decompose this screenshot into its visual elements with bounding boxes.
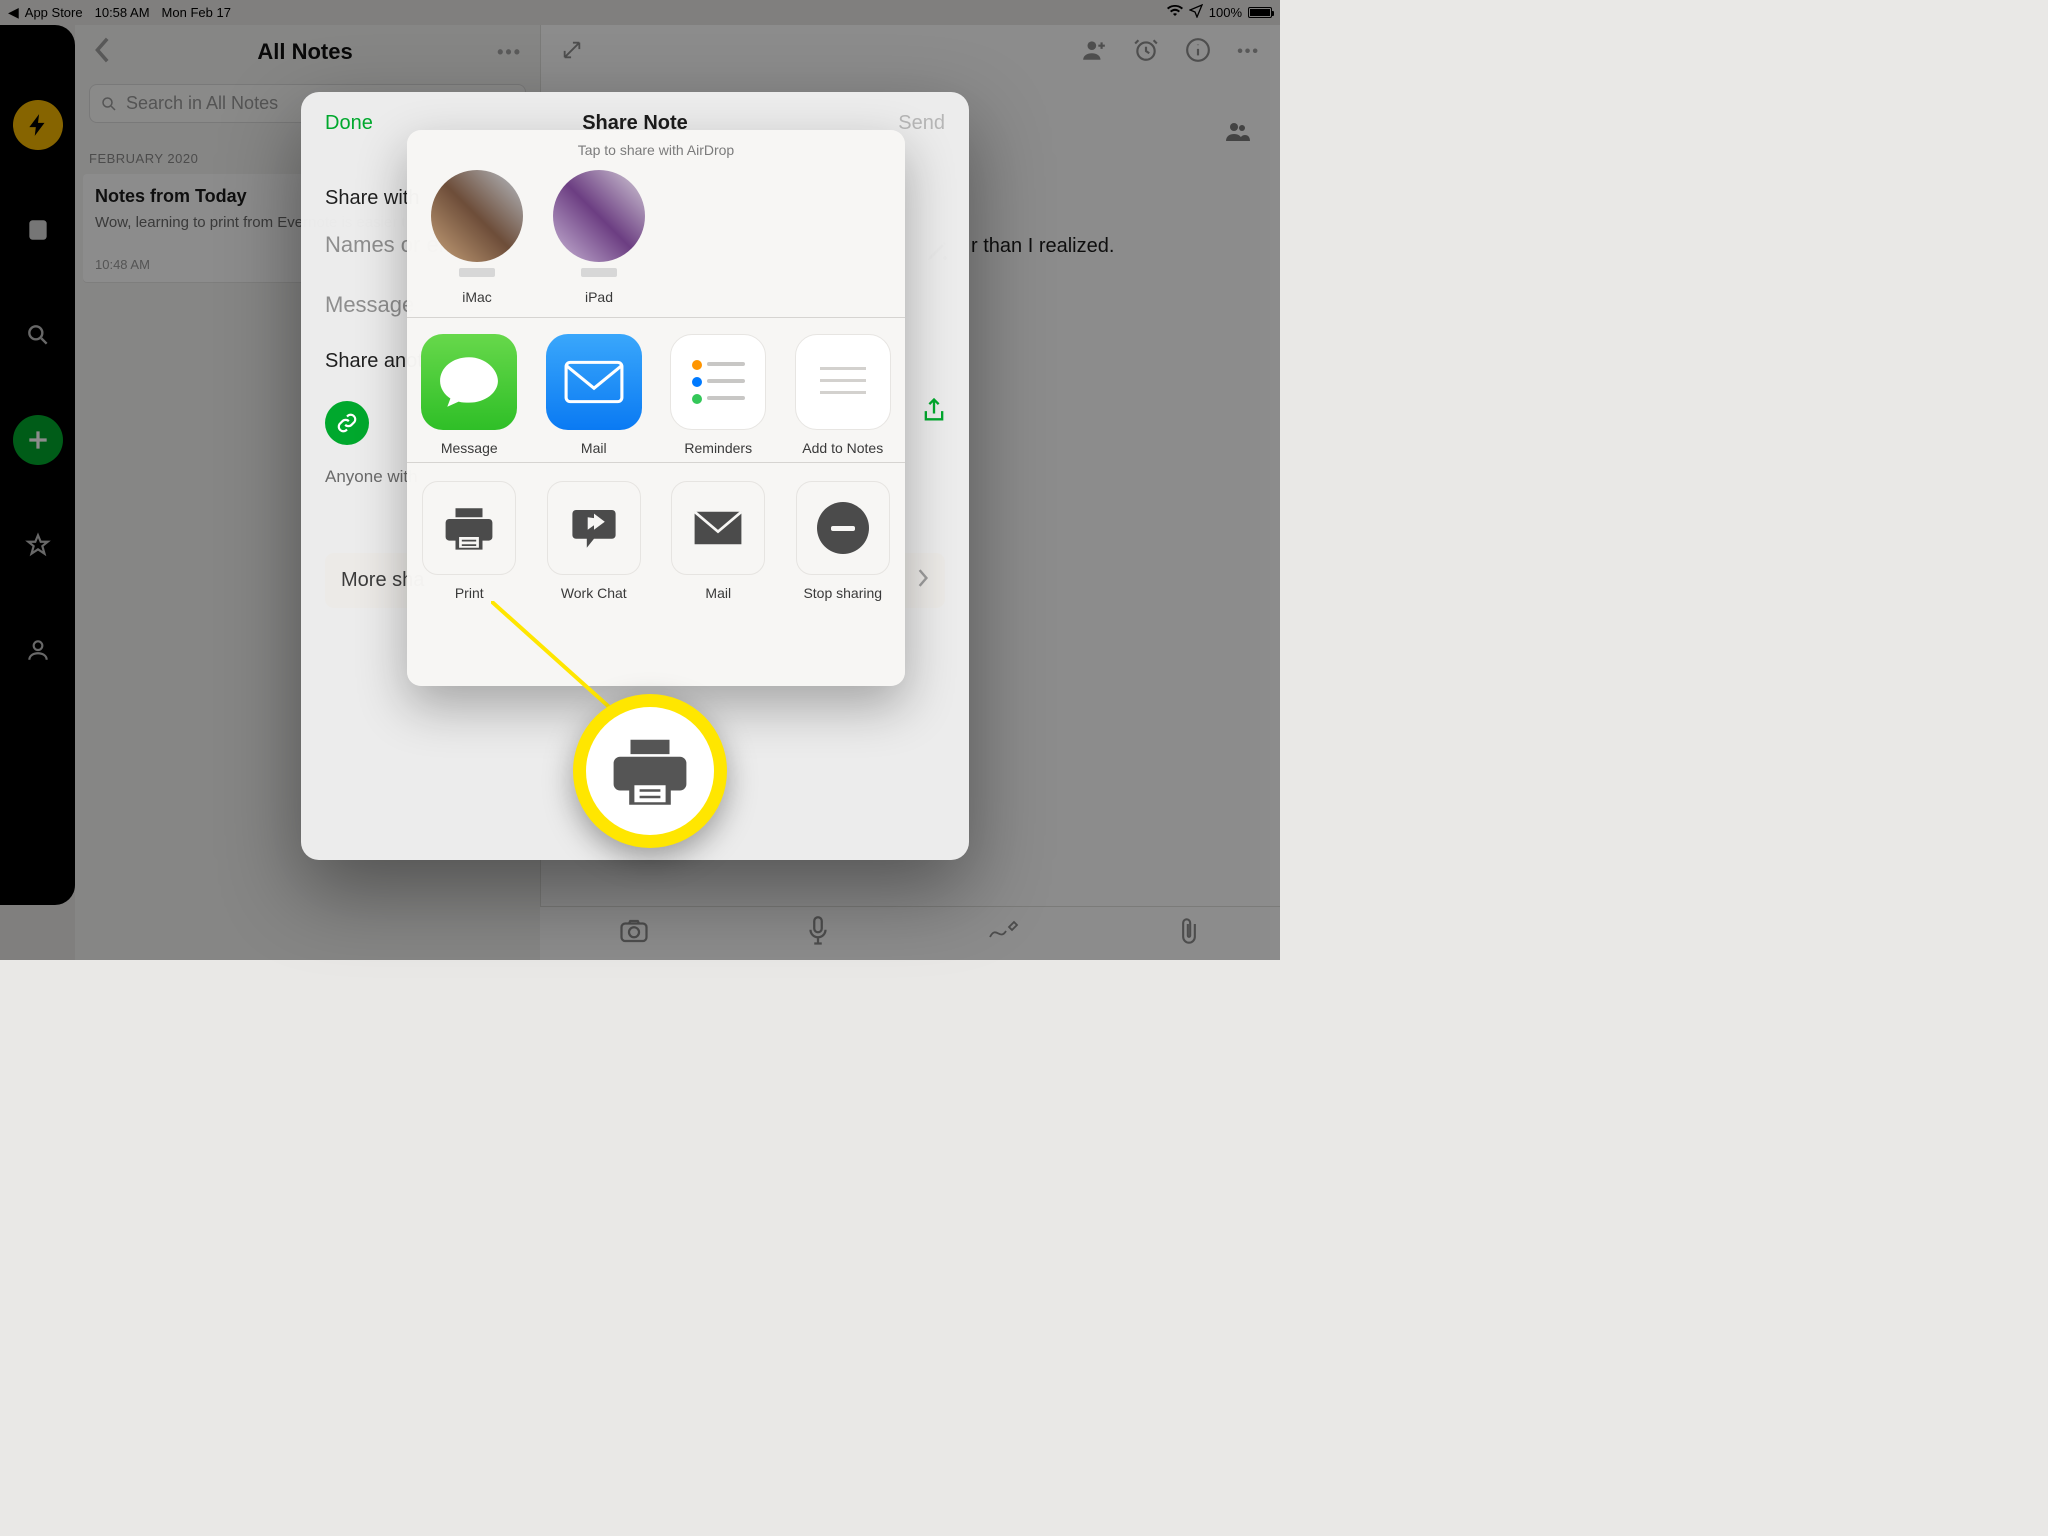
share-app-label: Reminders	[684, 440, 752, 456]
action-stop-sharing[interactable]: Stop sharing	[795, 481, 892, 601]
reminders-icon	[670, 334, 766, 430]
back-app-chevron-icon[interactable]: ◀	[8, 4, 19, 21]
airdrop-name-redacted	[459, 268, 495, 277]
airdrop-target-ipad[interactable]: iPad	[553, 170, 645, 305]
action-work-chat[interactable]: Work Chat	[546, 481, 643, 601]
stop-sharing-icon	[796, 481, 890, 575]
system-share-icon[interactable]	[920, 396, 948, 429]
chevron-right-icon	[917, 569, 929, 592]
share-app-reminders[interactable]: Reminders	[670, 334, 767, 456]
link-icon[interactable]	[325, 401, 369, 445]
share-app-mail[interactable]: Mail	[546, 334, 643, 456]
ios-share-sheet: Tap to share with AirDrop iMac iPad Mess…	[407, 130, 905, 686]
back-app-label[interactable]: App Store	[25, 5, 83, 20]
message-icon	[421, 334, 517, 430]
share-app-label: Add to Notes	[802, 440, 883, 456]
airdrop-hint: Tap to share with AirDrop	[407, 130, 905, 164]
airdrop-avatar	[431, 170, 523, 262]
wifi-icon	[1167, 5, 1183, 20]
annotation-highlight	[573, 694, 727, 848]
status-bar: ◀ App Store 10:58 AM Mon Feb 17 100%	[0, 0, 1280, 24]
notes-app-icon	[795, 334, 891, 430]
airdrop-target-imac[interactable]: iMac	[431, 170, 523, 305]
mail-action-icon	[671, 481, 765, 575]
airdrop-name-redacted	[581, 268, 617, 277]
action-label: Stop sharing	[803, 585, 882, 601]
print-icon	[422, 481, 516, 575]
action-label: Mail	[705, 585, 731, 601]
battery-icon	[1248, 7, 1272, 18]
share-app-add-to-notes[interactable]: Add to Notes	[795, 334, 892, 456]
status-time: 10:58 AM	[95, 5, 150, 20]
airdrop-device-label: iMac	[462, 289, 492, 305]
action-mail[interactable]: Mail	[670, 481, 767, 601]
action-print[interactable]: Print	[421, 481, 518, 601]
battery-percentage: 100%	[1209, 5, 1242, 20]
share-app-message[interactable]: Message	[421, 334, 518, 456]
airdrop-avatar	[553, 170, 645, 262]
action-label: Work Chat	[561, 585, 627, 601]
location-icon	[1189, 4, 1203, 21]
mail-icon	[546, 334, 642, 430]
work-chat-icon	[547, 481, 641, 575]
share-app-label: Mail	[581, 440, 607, 456]
annotation-print-icon	[586, 707, 714, 835]
share-app-label: Message	[441, 440, 498, 456]
action-label: Print	[455, 585, 484, 601]
status-date: Mon Feb 17	[162, 5, 231, 20]
airdrop-device-label: iPad	[585, 289, 613, 305]
